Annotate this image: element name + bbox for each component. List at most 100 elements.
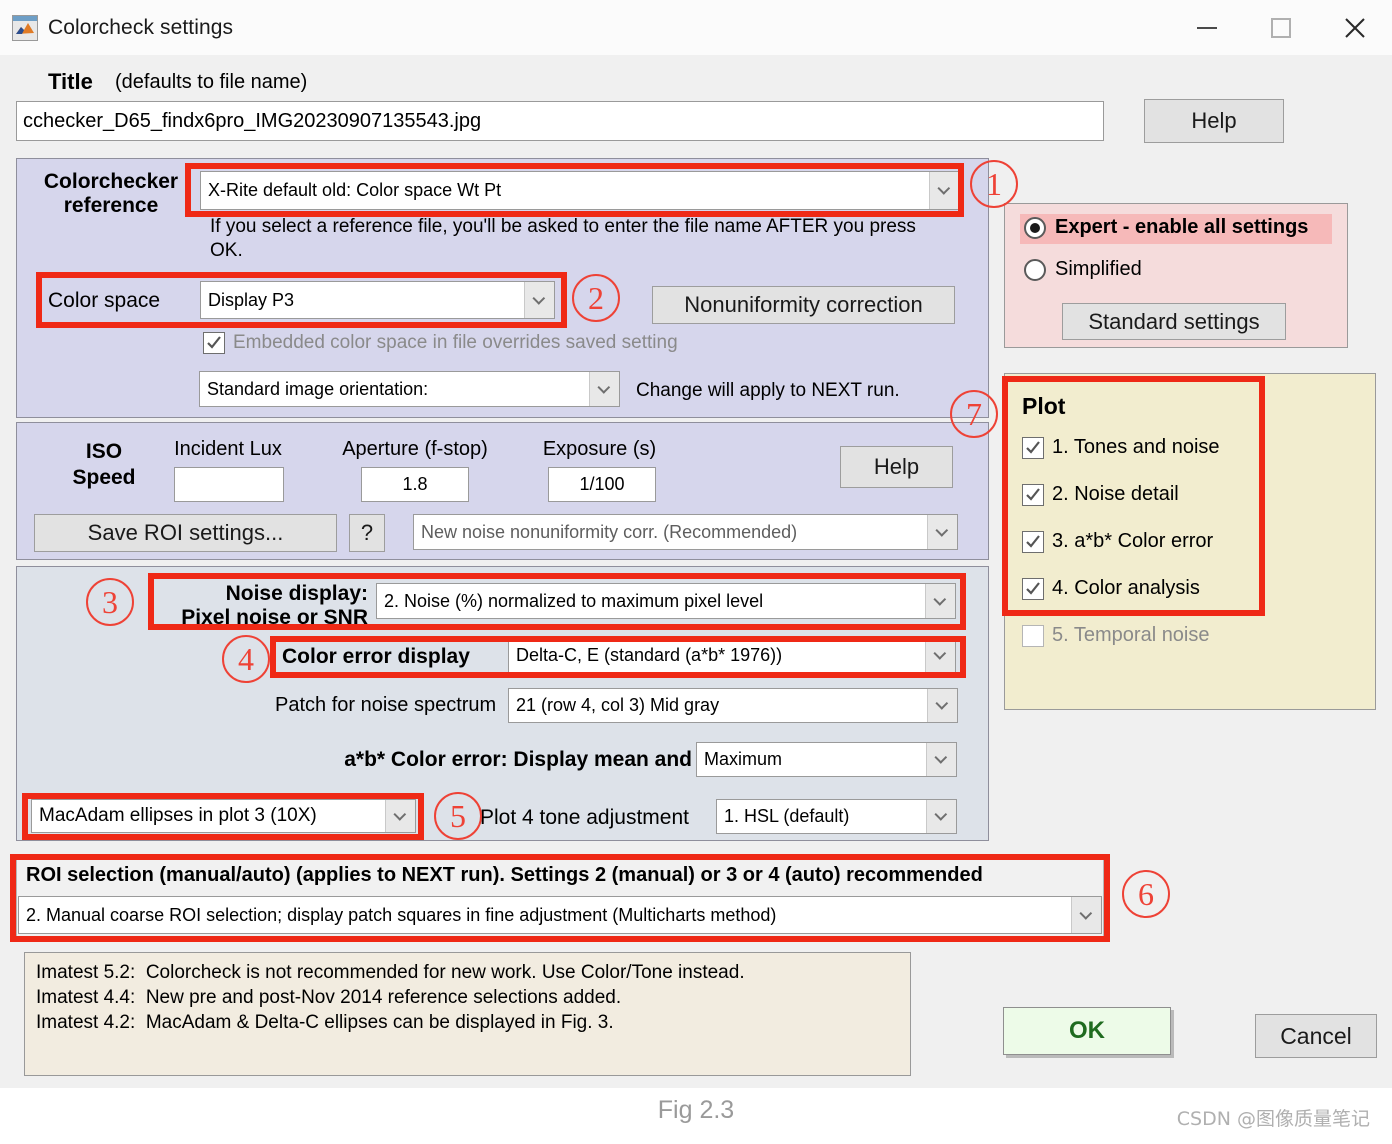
embedded-colorspace-label: Embedded color space in file overrides s… bbox=[233, 332, 678, 353]
embedded-colorspace-checkbox[interactable]: Embedded color space in file overrides s… bbox=[203, 332, 678, 354]
roi-selection-select[interactable]: 2. Manual coarse ROI selection; display … bbox=[18, 896, 1102, 934]
radio-expert[interactable]: Expert - enable all settings bbox=[1024, 216, 1308, 239]
standard-settings-button[interactable]: Standard settings bbox=[1062, 303, 1286, 340]
patch-noise-spectrum-select[interactable]: 21 (row 4, col 3) Mid gray bbox=[508, 688, 958, 723]
close-icon[interactable] bbox=[1318, 0, 1392, 55]
chevron-down-icon bbox=[589, 372, 619, 406]
plot-checkbox-1-label: 1. Tones and noise bbox=[1052, 436, 1220, 458]
radio-simplified-label: Simplified bbox=[1055, 258, 1142, 280]
chevron-down-icon bbox=[926, 800, 956, 833]
colorchecker-reference-value: X-Rite default old: Color space Wt Pt bbox=[208, 180, 502, 200]
release-note-line-1: Imatest 5.2: Colorcheck is not recommend… bbox=[36, 962, 745, 983]
color-space-select[interactable]: Display P3 bbox=[200, 281, 555, 319]
plot-checkbox-1[interactable]: 1. Tones and noise bbox=[1022, 436, 1220, 459]
chevron-down-icon bbox=[929, 172, 959, 209]
title-help-button[interactable]: Help bbox=[1144, 99, 1284, 143]
macadam-ellipses-select[interactable]: MacAdam ellipses in plot 3 (10X) bbox=[31, 799, 416, 833]
iso-help-button[interactable]: Help bbox=[840, 446, 953, 488]
chevron-down-icon bbox=[927, 515, 957, 549]
radio-selected-icon bbox=[1024, 216, 1046, 239]
checkbox-icon bbox=[1022, 530, 1044, 553]
patch-noise-spectrum-value: 21 (row 4, col 3) Mid gray bbox=[516, 695, 720, 715]
color-error-display-value: Delta-C, E (standard (a*b* 1976)) bbox=[516, 645, 783, 665]
exposure-label: Exposure (s) bbox=[542, 438, 657, 460]
chevron-down-icon bbox=[524, 282, 554, 318]
radio-expert-label: Expert - enable all settings bbox=[1055, 216, 1309, 238]
plot4-tone-adjustment-label: Plot 4 tone adjustment bbox=[480, 806, 689, 829]
colorchecker-reference-label-1: Colorchecker bbox=[43, 170, 179, 193]
matlab-figure-icon bbox=[12, 14, 38, 41]
colorchecker-reference-select[interactable]: X-Rite default old: Color space Wt Pt bbox=[200, 171, 960, 210]
checkbox-icon bbox=[1022, 577, 1044, 600]
noise-display-value: 2. Noise (%) normalized to maximum pixel… bbox=[384, 590, 764, 611]
minimize-icon[interactable] bbox=[1170, 0, 1244, 55]
chevron-down-icon bbox=[925, 639, 955, 672]
ab-color-error-label: a*b* Color error: Display mean and bbox=[344, 748, 692, 771]
title-field-label: Title bbox=[48, 69, 93, 94]
radio-unselected-icon bbox=[1024, 258, 1046, 281]
patch-noise-spectrum-label: Patch for noise spectrum bbox=[275, 694, 497, 716]
plot-checkbox-4-label: 4. Color analysis bbox=[1052, 577, 1200, 599]
plot-checkbox-5: 5. Temporal noise bbox=[1022, 624, 1210, 647]
roi-selection-value: 2. Manual coarse ROI selection; display … bbox=[26, 904, 777, 925]
release-note-line-2: Imatest 4.4: New pre and post-Nov 2014 r… bbox=[36, 987, 622, 1008]
title-input[interactable]: cchecker_D65_findx6pro_IMG20230907135543… bbox=[16, 101, 1104, 141]
watermark-text: CSDN @图像质量笔记 bbox=[1176, 1108, 1370, 1130]
plot-panel-title: Plot bbox=[1022, 393, 1066, 419]
plot-checkbox-2[interactable]: 2. Noise detail bbox=[1022, 483, 1179, 506]
plot-checkbox-5-label: 5. Temporal noise bbox=[1052, 624, 1210, 646]
plot4-tone-adjustment-select[interactable]: 1. HSL (default) bbox=[716, 799, 957, 834]
color-space-label: Color space bbox=[48, 289, 161, 312]
noise-display-label-2: Pixel noise or SNR bbox=[181, 606, 368, 629]
incident-lux-input[interactable] bbox=[174, 467, 284, 502]
checkbox-icon bbox=[1022, 483, 1044, 506]
iso-speed-label-1: ISO bbox=[85, 440, 123, 463]
plot-checkbox-3-label: 3. a*b* Color error bbox=[1052, 530, 1214, 552]
cancel-button[interactable]: Cancel bbox=[1255, 1014, 1377, 1058]
colorchecker-reference-label-2: reference bbox=[63, 194, 159, 217]
chevron-down-icon bbox=[385, 800, 415, 832]
chevron-down-icon bbox=[927, 689, 957, 722]
plot-checkbox-2-label: 2. Noise detail bbox=[1052, 483, 1179, 505]
release-note-line-3: Imatest 4.2: MacAdam & Delta-C ellipses … bbox=[36, 1012, 614, 1033]
chevron-down-icon bbox=[925, 584, 955, 618]
color-error-display-select[interactable]: Delta-C, E (standard (a*b* 1976)) bbox=[508, 638, 956, 673]
window-title-bar: Colorcheck settings bbox=[0, 0, 1392, 55]
noise-nonuniformity-corr-select[interactable]: New noise nonuniformity corr. (Recommend… bbox=[413, 514, 958, 550]
nonuniformity-correction-button[interactable]: Nonuniformity correction bbox=[652, 286, 955, 324]
color-space-value: Display P3 bbox=[208, 289, 295, 310]
exposure-input[interactable]: 1/100 bbox=[548, 467, 656, 502]
colorcheck-settings-window: Colorcheck settings Title (defaults to f… bbox=[0, 0, 1392, 1088]
aperture-label: Aperture (f-stop) bbox=[342, 438, 488, 460]
checkbox-icon bbox=[203, 332, 225, 354]
maximize-icon[interactable] bbox=[1244, 0, 1318, 55]
image-orientation-select[interactable]: Standard image orientation: bbox=[199, 371, 620, 407]
iso-speed-label-2: Speed bbox=[72, 466, 136, 489]
title-field-hint: (defaults to file name) bbox=[115, 71, 308, 93]
ab-color-error-select[interactable]: Maximum bbox=[696, 742, 957, 777]
chevron-down-icon bbox=[926, 743, 956, 776]
radio-simplified[interactable]: Simplified bbox=[1024, 258, 1142, 281]
ab-color-error-value: Maximum bbox=[704, 749, 783, 769]
save-roi-settings-button[interactable]: Save ROI settings... bbox=[34, 514, 337, 552]
plot-checkbox-3[interactable]: 3. a*b* Color error bbox=[1022, 530, 1213, 553]
noise-nonuniformity-corr-value: New noise nonuniformity corr. (Recommend… bbox=[421, 521, 798, 542]
aperture-input[interactable]: 1.8 bbox=[361, 467, 469, 502]
plot4-tone-adjustment-value: 1. HSL (default) bbox=[724, 806, 850, 826]
macadam-ellipses-value: MacAdam ellipses in plot 3 (10X) bbox=[39, 805, 317, 826]
chevron-down-icon bbox=[1071, 897, 1101, 933]
orientation-note: Change will apply to NEXT run. bbox=[636, 380, 900, 401]
image-orientation-value: Standard image orientation: bbox=[207, 378, 429, 399]
annotation-number-6: 6 bbox=[1122, 870, 1170, 918]
ok-button[interactable]: OK bbox=[1003, 1007, 1171, 1055]
roi-selection-header: ROI selection (manual/auto) (applies to … bbox=[26, 864, 983, 886]
noise-display-label-1: Noise display: bbox=[225, 582, 368, 605]
checkbox-empty-icon bbox=[1022, 624, 1044, 647]
window-controls bbox=[1170, 0, 1392, 55]
plot-checkbox-4[interactable]: 4. Color analysis bbox=[1022, 577, 1200, 600]
window-title: Colorcheck settings bbox=[48, 15, 234, 39]
roi-help-question-button[interactable]: ? bbox=[349, 514, 385, 552]
color-error-display-label: Color error display bbox=[282, 645, 470, 668]
noise-display-select[interactable]: 2. Noise (%) normalized to maximum pixel… bbox=[376, 583, 956, 619]
reference-note: If you select a reference file, you'll b… bbox=[210, 216, 916, 261]
